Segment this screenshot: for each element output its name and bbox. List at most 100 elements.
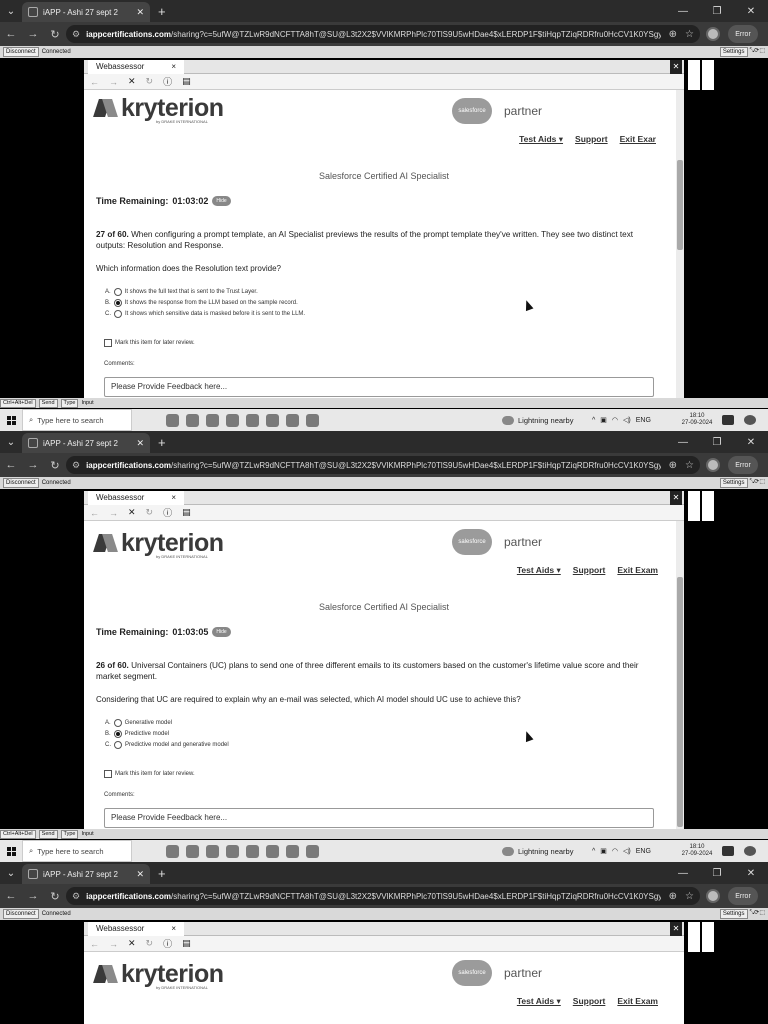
support-link[interactable]: Support: [573, 565, 606, 576]
reload-icon[interactable]: ↻: [44, 890, 66, 903]
test-aids-link[interactable]: Test Aids ▾: [519, 134, 563, 145]
info-icon[interactable]: ⓘ: [163, 506, 172, 519]
page-scrollbar[interactable]: [676, 521, 684, 829]
volume-icon[interactable]: ◁): [623, 416, 631, 424]
test-aids-link[interactable]: Test Aids ▾: [517, 565, 561, 576]
site-info-icon[interactable]: ⚙: [72, 29, 80, 40]
network-icon[interactable]: ▣: [600, 416, 607, 424]
radio-button[interactable]: [113, 719, 122, 727]
profile-avatar[interactable]: [706, 889, 720, 903]
back-icon[interactable]: ←: [90, 508, 99, 518]
weather-widget[interactable]: Lightning nearby: [502, 846, 573, 856]
webassessor-tab[interactable]: Webassessor ×: [88, 922, 184, 936]
edge-icon[interactable]: [186, 413, 199, 427]
profile-avatar[interactable]: [706, 458, 720, 472]
answer-option-a[interactable]: A. Generative model: [105, 719, 172, 727]
forward-icon[interactable]: →: [22, 890, 44, 902]
info-icon[interactable]: ⓘ: [163, 75, 172, 88]
edge-icon[interactable]: [186, 844, 199, 858]
taskbar-search[interactable]: ⌕ Type here to search: [22, 840, 132, 862]
type-button[interactable]: Type: [60, 829, 79, 839]
chrome-icon[interactable]: [286, 844, 299, 858]
zoom-icon[interactable]: ⊕: [669, 29, 677, 40]
answer-option-b[interactable]: B. It shows the response from the LLM bas…: [105, 299, 298, 307]
volume-icon[interactable]: ◁): [623, 847, 631, 855]
store-icon[interactable]: [206, 413, 219, 427]
forward-icon[interactable]: →: [22, 28, 44, 40]
webassessor-close-icon[interactable]: ✕: [670, 491, 682, 505]
profile-avatar[interactable]: [706, 27, 720, 41]
shield-icon[interactable]: [246, 844, 259, 858]
refresh-icon[interactable]: ↻: [146, 938, 154, 949]
webassessor-close-icon[interactable]: ✕: [670, 60, 682, 74]
type-button[interactable]: Type: [60, 398, 79, 408]
windows-start-icon[interactable]: [0, 840, 22, 862]
settings-button[interactable]: Settings: [719, 478, 748, 488]
support-link[interactable]: Support: [573, 996, 606, 1007]
reload-icon[interactable]: ↻: [44, 459, 66, 472]
chevron-up-icon[interactable]: ^: [592, 848, 595, 855]
whatsapp-icon[interactable]: [266, 844, 279, 858]
stop-icon[interactable]: ✕: [128, 507, 136, 518]
forward-icon[interactable]: →: [109, 508, 118, 518]
mark-for-review[interactable]: Mark this item for later review.: [104, 770, 195, 778]
chrome-icon[interactable]: [286, 413, 299, 427]
forward-icon[interactable]: →: [109, 939, 118, 949]
bookmark-star-icon[interactable]: ☆: [685, 891, 694, 902]
clock[interactable]: 18:10 27-09-2024: [681, 413, 713, 427]
wifi-icon[interactable]: ◠: [612, 847, 618, 855]
chrome-profile-icon[interactable]: [306, 413, 319, 427]
language-indicator[interactable]: ENG: [636, 417, 651, 424]
answer-option-a[interactable]: A. It shows the full text that is sent to…: [105, 288, 258, 296]
restore-icon[interactable]: ❐: [700, 431, 734, 453]
info-icon[interactable]: ⓘ: [163, 937, 172, 950]
settings-button[interactable]: Settings: [719, 909, 748, 919]
send-button[interactable]: Send: [38, 829, 58, 839]
task-view-icon[interactable]: [166, 413, 179, 427]
close-window-icon[interactable]: ✕: [734, 431, 768, 453]
url-field[interactable]: ⚙ iappcertifications.com/sharing?c=5ufW@…: [66, 25, 700, 43]
clock[interactable]: 18:10 27-09-2024: [681, 844, 713, 858]
disconnect-button[interactable]: Disconnect: [3, 47, 39, 57]
reload-icon[interactable]: ↻: [44, 28, 66, 41]
radio-button[interactable]: [113, 288, 122, 296]
close-tab-icon[interactable]: ✕: [136, 438, 144, 449]
forward-icon[interactable]: →: [109, 77, 118, 87]
webassessor-tab[interactable]: Webassessor ×: [88, 491, 184, 505]
page-icon[interactable]: ▤: [182, 938, 191, 949]
site-info-icon[interactable]: ⚙: [72, 891, 80, 902]
answer-option-b[interactable]: B. Predictive model: [105, 730, 169, 738]
minimize-icon[interactable]: —: [666, 0, 700, 22]
settings-button[interactable]: Settings: [719, 47, 748, 57]
bookmark-star-icon[interactable]: ☆: [685, 460, 694, 471]
error-button[interactable]: Error: [728, 887, 758, 905]
refresh-icon[interactable]: ↻: [146, 76, 154, 87]
copilot-icon[interactable]: [744, 846, 756, 856]
shield-icon[interactable]: [246, 413, 259, 427]
close-tab-icon[interactable]: ✕: [136, 7, 144, 18]
windows-start-icon[interactable]: [0, 409, 22, 431]
files-icon[interactable]: [226, 413, 239, 427]
disconnect-button[interactable]: Disconnect: [3, 909, 39, 919]
close-icon[interactable]: ×: [171, 493, 176, 503]
answer-option-c[interactable]: C. Predictive model and generative model: [105, 741, 229, 749]
review-checkbox[interactable]: [104, 770, 112, 778]
close-tab-icon[interactable]: ✕: [136, 869, 144, 880]
refresh-icon[interactable]: ↻: [146, 507, 154, 518]
url-field[interactable]: ⚙ iappcertifications.com/sharing?c=5ufW@…: [66, 887, 700, 905]
review-checkbox[interactable]: [104, 339, 112, 347]
radio-button[interactable]: [114, 310, 122, 318]
notification-icon[interactable]: [722, 846, 734, 856]
zoom-icon[interactable]: ⊕: [669, 460, 677, 471]
feedback-input[interactable]: Please Provide Feedback here...: [104, 377, 654, 397]
weather-widget[interactable]: Lightning nearby: [502, 415, 573, 425]
disconnect-button[interactable]: Disconnect: [3, 478, 39, 488]
webassessor-close-icon[interactable]: ✕: [670, 922, 682, 936]
zoom-icon[interactable]: ⊕: [669, 891, 677, 902]
minimize-icon[interactable]: —: [666, 862, 700, 884]
stop-icon[interactable]: ✕: [128, 938, 136, 949]
forward-icon[interactable]: →: [22, 459, 44, 471]
new-tab-icon[interactable]: +: [158, 435, 166, 450]
bookmark-star-icon[interactable]: ☆: [685, 29, 694, 40]
input-toggle[interactable]: Input: [81, 400, 93, 406]
